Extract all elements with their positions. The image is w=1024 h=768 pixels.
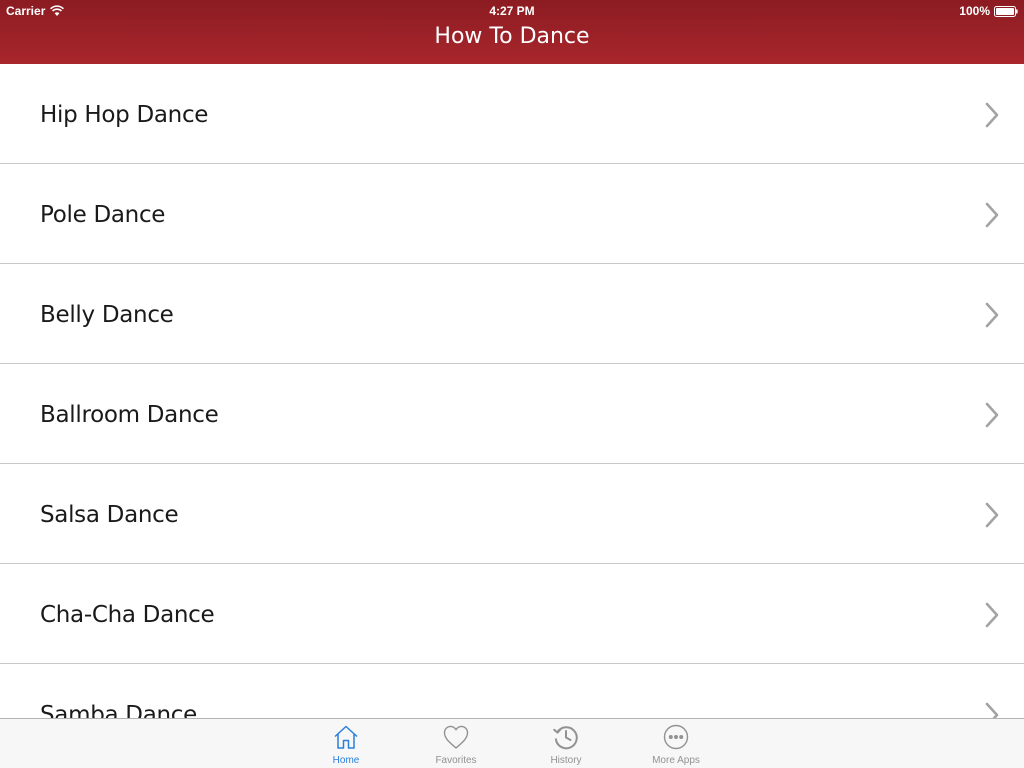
app-screen: Carrier 4:27 PM 100% How To Dance Hip Ho… xyxy=(0,0,1024,768)
history-icon xyxy=(553,726,578,750)
battery-icon xyxy=(994,5,1018,17)
chevron-right-icon xyxy=(985,402,999,428)
header: Carrier 4:27 PM 100% How To Dance xyxy=(0,0,1024,64)
tab-label-history: History xyxy=(550,755,582,766)
heart-icon xyxy=(443,725,469,749)
list-item-label: Samba Dance xyxy=(40,702,197,718)
more-icon xyxy=(663,724,689,750)
list-item-label: Salsa Dance xyxy=(40,502,179,528)
status-bar: Carrier 4:27 PM 100% xyxy=(0,0,1024,22)
list-item-label: Hip Hop Dance xyxy=(40,102,209,128)
list-item-label: Cha-Cha Dance xyxy=(40,602,215,628)
status-right: 100% xyxy=(959,0,1018,22)
tab-home[interactable]: Home xyxy=(301,719,391,768)
chevron-right-icon xyxy=(985,302,999,328)
list-item-belly-dance[interactable]: Belly Dance xyxy=(0,264,1024,364)
list-item-hip-hop-dance[interactable]: Hip Hop Dance xyxy=(0,64,1024,164)
chevron-right-icon xyxy=(985,102,999,128)
tab-bar: Home Favorites History More Apps xyxy=(0,718,1024,768)
chevron-right-icon xyxy=(985,502,999,528)
tab-favorites[interactable]: Favorites xyxy=(411,719,501,768)
status-time: 4:27 PM xyxy=(489,4,535,18)
tab-history[interactable]: History xyxy=(521,719,611,768)
battery-percent: 100% xyxy=(959,4,990,18)
tab-label-home: Home xyxy=(332,755,360,766)
list-item-pole-dance[interactable]: Pole Dance xyxy=(0,164,1024,264)
chevron-right-icon xyxy=(985,602,999,628)
dance-list: Hip Hop Dance Pole Dance Belly Dance Bal… xyxy=(0,64,1024,718)
list-item-label: Pole Dance xyxy=(40,202,166,228)
home-icon xyxy=(334,725,358,749)
chevron-right-icon xyxy=(985,702,999,718)
tab-more-apps[interactable]: More Apps xyxy=(631,719,721,768)
chevron-right-icon xyxy=(985,202,999,228)
tab-label-more-apps: More Apps xyxy=(652,755,700,766)
tab-label-favorites: Favorites xyxy=(435,755,477,766)
list-item-label: Belly Dance xyxy=(40,302,174,328)
page-title: How To Dance xyxy=(434,24,590,49)
list-item-cha-cha-dance[interactable]: Cha-Cha Dance xyxy=(0,564,1024,664)
list-item-samba-dance[interactable]: Samba Dance xyxy=(0,664,1024,718)
list-item-salsa-dance[interactable]: Salsa Dance xyxy=(0,464,1024,564)
list-item-label: Ballroom Dance xyxy=(40,402,219,428)
list-item-ballroom-dance[interactable]: Ballroom Dance xyxy=(0,364,1024,464)
